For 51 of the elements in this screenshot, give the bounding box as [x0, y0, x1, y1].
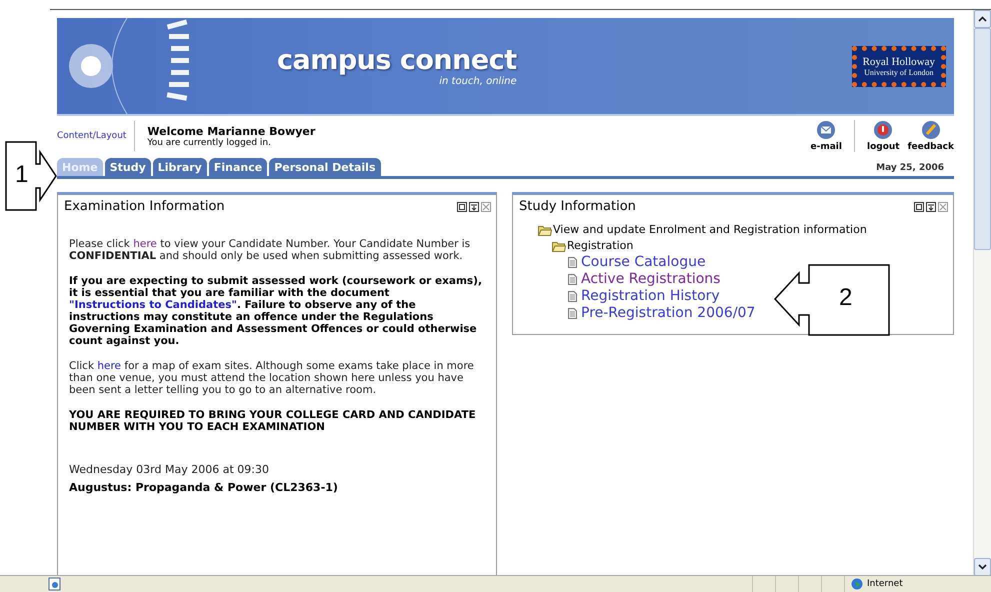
welcome-message: Welcome Marianne Bowyer	[147, 124, 316, 138]
pencil-icon	[920, 120, 941, 140]
tree-link[interactable]: Registration History	[581, 288, 720, 305]
tree-link[interactable]: Pre-Registration 2006/07	[581, 305, 756, 322]
site-title: campus connect	[277, 46, 517, 76]
exam-paragraph: If you are expecting to submit assessed work (coursework or exams), it is essential that you are familiar with the document "Instructions to Candidates". Failure to observe any of the instructions may constitute an offence under the Regulations Governing Examination and Assessment Offences or could otherwise count against you.	[69, 275, 483, 347]
folder-icon	[538, 224, 552, 236]
inline-link[interactable]: here	[133, 238, 157, 250]
inline-link[interactable]: "Instructions to Candidates"	[69, 299, 237, 311]
document-icon	[568, 257, 577, 268]
nav-tab[interactable]: Library	[152, 158, 207, 176]
vertical-scrollbar[interactable]	[973, 10, 991, 576]
window-controls-icon[interactable]	[914, 202, 948, 212]
site-tagline: in touch, online	[439, 76, 517, 86]
globe-icon	[851, 578, 863, 590]
exam-course: Augustus: Propaganda & Power (CL2363-1)	[69, 481, 339, 494]
tree-folder-label[interactable]: Registration	[567, 238, 634, 254]
panel-title: Study Information	[519, 199, 636, 214]
nav-tab[interactable]: Personal Details	[269, 158, 380, 176]
feedback-button[interactable]: feedback	[908, 120, 954, 152]
login-status: You are currently logged in.	[147, 138, 272, 148]
tree-link[interactable]: Course Catalogue	[581, 254, 706, 271]
logout-button[interactable]: logout	[866, 120, 900, 152]
callout-number: 2	[839, 285, 852, 311]
document-icon	[568, 291, 577, 302]
nav-tab[interactable]: Study	[104, 158, 151, 176]
exam-date: Wednesday 03rd May 2006 at 09:30	[69, 463, 270, 476]
content-layout-link[interactable]: Content/Layout	[57, 121, 136, 151]
exam-paragraph: Please click here to view your Candidate Number. Your Candidate Number is CONFIDENTIAL and should only be used when submitting assessed work.	[69, 238, 472, 262]
power-icon	[873, 120, 894, 140]
tree-link[interactable]: Active Registrations	[581, 271, 720, 288]
scroll-down-icon[interactable]	[974, 558, 991, 576]
folder-icon	[552, 240, 566, 252]
security-zone: Internet	[867, 579, 903, 589]
current-date: May 25, 2006	[876, 163, 945, 175]
exam-paragraph: Click here for a map of exam sites. Although some exams take place in more than one venue, you must attend the location shown here unless you have been sent a letter telling you to go to an alternative room.	[69, 360, 475, 396]
inline-link[interactable]: here	[97, 360, 122, 372]
envelope-icon	[816, 120, 836, 140]
scroll-thumb[interactable]	[974, 28, 991, 250]
email-button[interactable]: e-mail	[810, 120, 842, 152]
window-controls-icon[interactable]	[457, 202, 491, 212]
panel-title: Examination Information	[64, 199, 225, 214]
university-logo[interactable]: Royal Holloway University of London	[852, 46, 946, 86]
tree-folder-label[interactable]: View and update Enrolment and Registration information	[553, 222, 867, 238]
document-icon	[568, 274, 577, 285]
callout-number: 1	[15, 162, 28, 188]
scroll-up-icon[interactable]	[974, 10, 991, 28]
page-icon	[48, 577, 62, 591]
exam-paragraph: YOU ARE REQUIRED TO BRING YOUR COLLEGE CARD AND CANDIDATE NUMBER WITH YOU TO EACH EXAMINATION	[69, 409, 477, 433]
nav-tab[interactable]: Finance	[208, 158, 268, 176]
document-icon	[568, 308, 577, 319]
